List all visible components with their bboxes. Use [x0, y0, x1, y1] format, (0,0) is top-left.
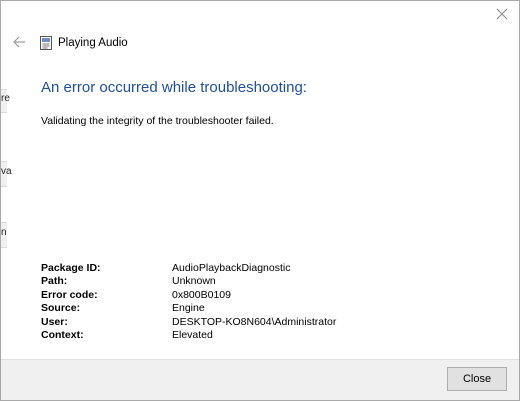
detail-label: User:	[41, 315, 68, 328]
detail-label: Source:	[41, 302, 81, 315]
detail-row-error-code: Error code: 0x800B0109	[41, 289, 336, 302]
back-arrow-icon[interactable]	[12, 35, 26, 49]
detail-row-package-id: Package ID: AudioPlaybackDiagnostic	[41, 262, 336, 275]
close-button[interactable]: Close	[447, 367, 507, 391]
detail-row-source: Source: Engine	[41, 302, 336, 315]
detail-value: 0x800B0109	[172, 288, 231, 301]
detail-label: Context:	[41, 328, 84, 341]
window-title: Playing Audio	[58, 37, 128, 49]
detail-value: Elevated	[172, 328, 213, 341]
window-title-bar: Playing Audio	[40, 35, 128, 51]
dialog-footer: Close	[1, 359, 519, 400]
detail-value: Unknown	[172, 275, 216, 288]
detail-value: DESKTOP-KO8N604\Administrator	[172, 315, 337, 328]
detail-value: Engine	[172, 302, 205, 315]
background-text-fragment: va	[1, 166, 12, 177]
detail-value: AudioPlaybackDiagnostic	[172, 262, 291, 274]
background-text-fragment: n	[1, 227, 7, 238]
troubleshooter-app-icon	[40, 36, 52, 50]
detail-row-user: User: DESKTOP-KO8N604\Administrator	[41, 316, 336, 329]
close-icon[interactable]	[495, 7, 509, 21]
error-details: Package ID: AudioPlaybackDiagnostic Path…	[41, 262, 336, 342]
detail-label: Package ID:	[41, 262, 101, 274]
background-text-fragment: re	[1, 93, 10, 104]
error-heading: An error occurred while troubleshooting:	[41, 79, 307, 96]
detail-row-context: Context: Elevated	[41, 329, 336, 342]
detail-row-path: Path: Unknown	[41, 275, 336, 288]
detail-label: Error code:	[41, 288, 98, 301]
detail-label: Path:	[41, 275, 68, 288]
troubleshooter-window: re va n Playing Audio An error occurred …	[0, 0, 520, 401]
error-message: Validating the integrity of the troubles…	[41, 115, 274, 127]
